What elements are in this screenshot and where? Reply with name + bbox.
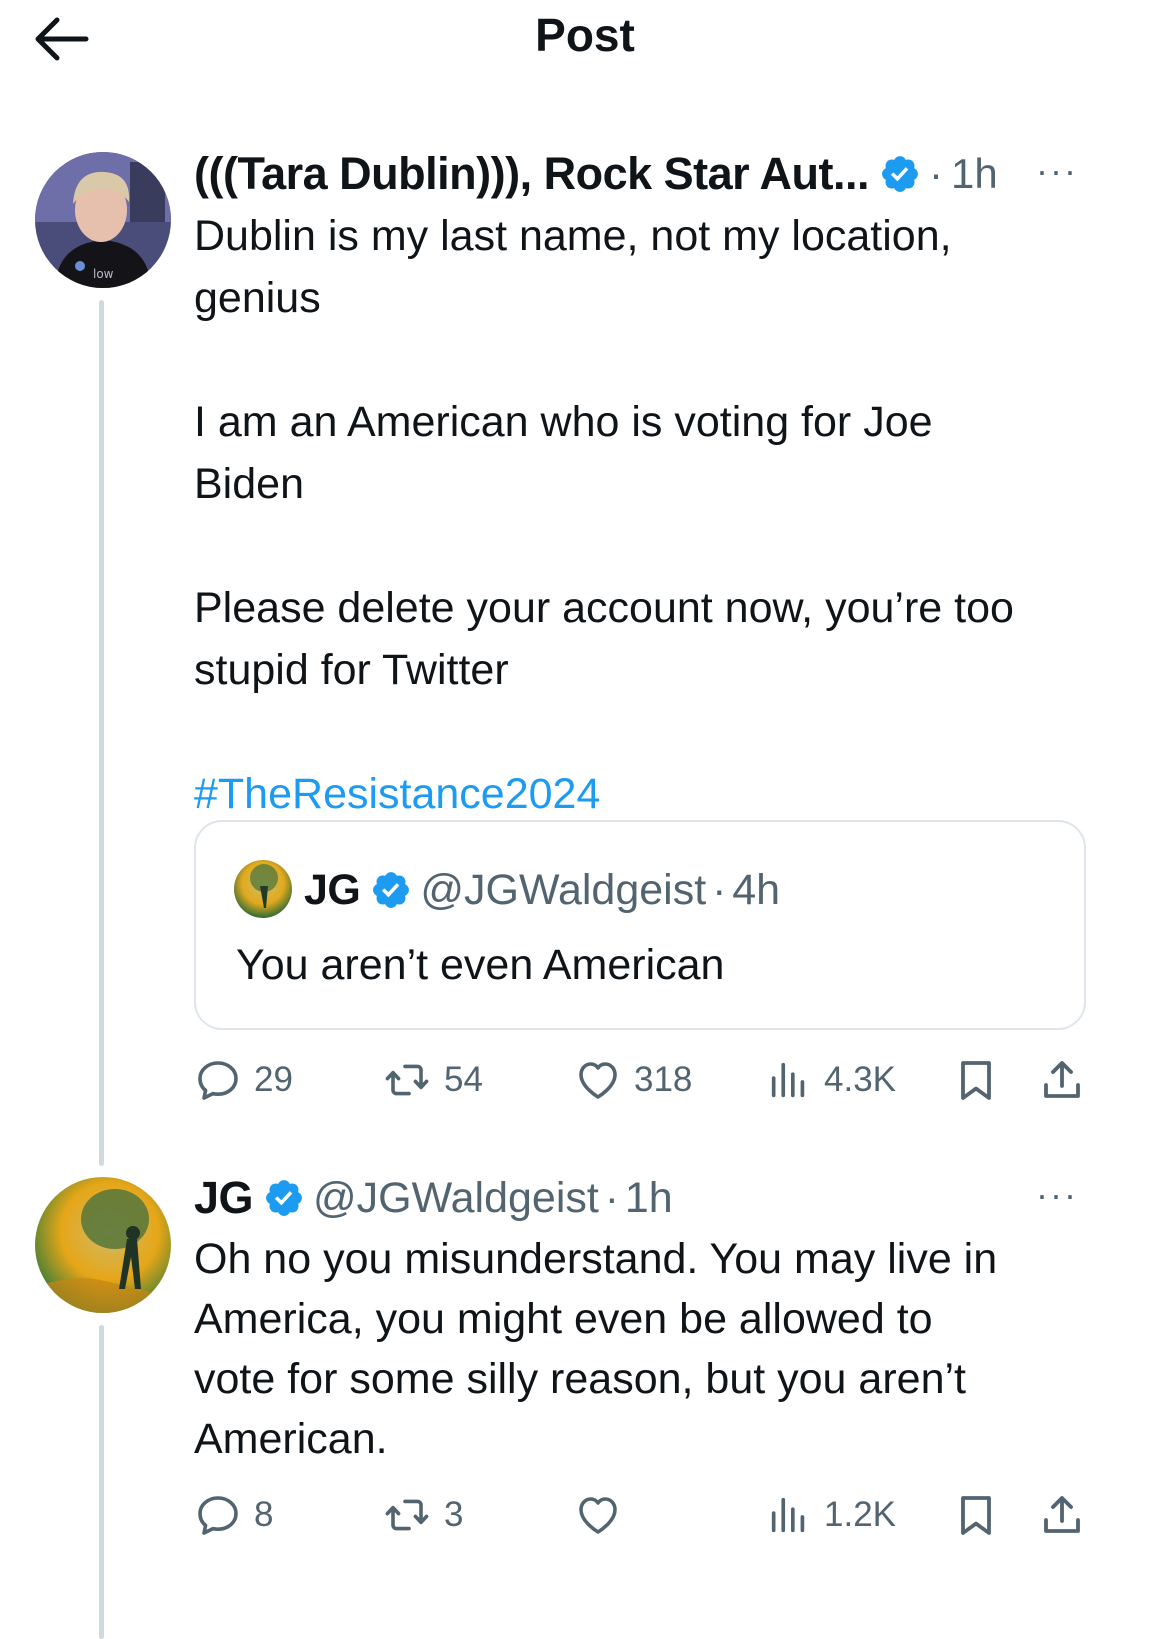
verified-badge-icon[interactable] [263, 1177, 305, 1219]
quoted-post[interactable]: JG @JGWaldgeist · 4h You aren’t even Ame… [194, 820, 1086, 1030]
post-header: (((Tara Dublin))), Rock Star Aut... · 1h [194, 146, 998, 202]
share-icon [1038, 1056, 1086, 1104]
more-options-button[interactable]: ··· [1036, 1174, 1078, 1216]
more-icon: ··· [1036, 150, 1078, 191]
repost-count: 3 [444, 1495, 464, 1534]
quote-avatar [234, 860, 292, 918]
like-button[interactable]: 318 [574, 1056, 692, 1104]
quote-text: You aren’t even American [236, 941, 725, 989]
post-time[interactable]: 1h [951, 150, 998, 198]
quote-display-name: JG [304, 865, 361, 914]
avatar[interactable]: low [35, 152, 171, 288]
more-icon: ··· [1036, 1174, 1078, 1215]
reply-display-name[interactable]: JG [194, 1172, 254, 1224]
repost-icon [382, 1056, 432, 1104]
separator: · [604, 1174, 619, 1221]
more-options-button[interactable]: ··· [1036, 150, 1078, 192]
bookmark-button[interactable] [952, 1056, 1012, 1104]
reply-avatar[interactable] [35, 1177, 171, 1313]
views-count: 1.2K [824, 1495, 896, 1534]
reply-button[interactable]: 8 [194, 1491, 273, 1539]
views-count: 4.3K [824, 1060, 896, 1099]
views-icon [766, 1056, 812, 1104]
thread-line [99, 1325, 104, 1639]
heart-icon [574, 1491, 622, 1539]
display-name[interactable]: (((Tara Dublin))), Rock Star Aut... [194, 148, 870, 200]
share-icon [1038, 1491, 1086, 1539]
reply-icon [194, 1491, 242, 1539]
repost-count: 54 [444, 1060, 483, 1099]
reply-handle[interactable]: @JGWaldgeist [313, 1174, 599, 1223]
separator: · [929, 150, 943, 197]
bookmark-icon [952, 1491, 1000, 1539]
like-count: 318 [634, 1060, 693, 1099]
reply-actions: 8 3 1.2K [194, 1487, 1084, 1543]
reply-button[interactable]: 29 [194, 1056, 293, 1104]
heart-icon [574, 1056, 622, 1104]
views-button[interactable]: 4.3K [766, 1056, 896, 1104]
share-button[interactable] [1038, 1056, 1098, 1104]
like-button[interactable] [574, 1491, 634, 1539]
post-text: Dublin is my last name, not my location,… [194, 205, 1144, 825]
views-icon [766, 1491, 812, 1539]
share-button[interactable] [1038, 1491, 1098, 1539]
reply-icon [194, 1056, 242, 1104]
bookmark-icon [952, 1056, 1000, 1104]
quote-header: JG @JGWaldgeist · 4h [304, 862, 780, 918]
svg-text:low: low [93, 267, 114, 281]
thread-line [99, 300, 104, 1166]
reply-count: 29 [254, 1060, 293, 1099]
reply-count: 8 [254, 1495, 274, 1534]
quote-time: 4h [732, 865, 781, 914]
repost-button[interactable]: 54 [382, 1056, 483, 1104]
reply-header: JG @JGWaldgeist · 1h [194, 1170, 673, 1226]
quote-handle: @JGWaldgeist [420, 865, 707, 914]
post-actions: 29 54 318 4.3K [194, 1052, 1084, 1108]
hashtag-link[interactable]: #TheResistance2024 [194, 770, 600, 818]
bookmark-button[interactable] [952, 1491, 1012, 1539]
separator: · [712, 866, 727, 913]
repost-icon [382, 1491, 432, 1539]
verified-badge-icon[interactable] [879, 153, 921, 195]
verified-badge-icon [370, 869, 412, 911]
post-body: Dublin is my last name, not my location,… [194, 212, 1014, 694]
views-button[interactable]: 1.2K [766, 1491, 896, 1539]
page-title: Post [535, 9, 635, 61]
reply-text: Oh no you misunderstand. You may live in… [194, 1235, 998, 1463]
repost-button[interactable]: 3 [382, 1491, 463, 1539]
reply-time[interactable]: 1h [625, 1174, 673, 1223]
